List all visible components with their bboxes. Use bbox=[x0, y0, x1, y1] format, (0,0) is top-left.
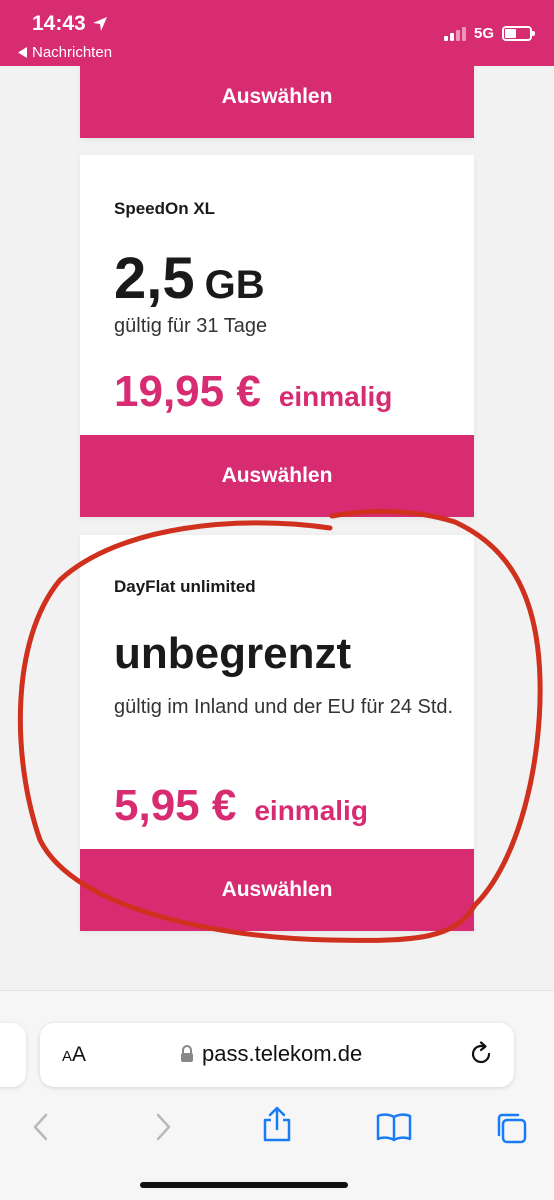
tabs-icon[interactable] bbox=[494, 1111, 528, 1145]
select-plan-button[interactable]: Auswählen bbox=[80, 66, 474, 138]
back-arrow-icon[interactable] bbox=[26, 1111, 58, 1143]
text-size-button[interactable]: AA bbox=[62, 1043, 86, 1067]
url-display[interactable]: pass.telekom.de bbox=[180, 1041, 362, 1067]
select-plan-button[interactable]: Auswählen bbox=[80, 435, 474, 517]
browser-nav-row bbox=[0, 1101, 554, 1145]
plan-card-dayflat-unlimited: DayFlat unlimited unbegrenzt gültig im I… bbox=[80, 535, 474, 931]
location-arrow-icon bbox=[92, 17, 107, 31]
plan-validity: gültig im Inland und der EU für 24 Std. bbox=[114, 696, 454, 718]
back-triangle-icon bbox=[18, 47, 27, 58]
plan-list[interactable]: Auswählen SpeedOn XL 2,5 GB gültig für 3… bbox=[0, 66, 554, 990]
plan-volume: 2,5 GB bbox=[114, 245, 265, 312]
lock-icon bbox=[181, 1045, 193, 1062]
signal-icon bbox=[443, 26, 466, 41]
status-indicators: 5G bbox=[443, 25, 535, 42]
plan-volume-unit: GB bbox=[204, 263, 265, 307]
plan-price: 5,95 € einmalig bbox=[114, 781, 368, 831]
plan-card-speedon-xl: SpeedOn XL 2,5 GB gültig für 31 Tage 19,… bbox=[80, 155, 474, 517]
url-text: pass.telekom.de bbox=[202, 1041, 363, 1066]
bookmarks-icon[interactable] bbox=[376, 1111, 412, 1143]
plan-volume: unbegrenzt bbox=[114, 629, 352, 678]
plan-card: Auswählen bbox=[80, 66, 474, 138]
forward-arrow-icon[interactable] bbox=[146, 1111, 178, 1143]
previous-tab-preview[interactable] bbox=[0, 1023, 26, 1087]
price-amount: 5,95 € bbox=[114, 781, 237, 830]
plan-volume-number: 2,5 bbox=[114, 246, 195, 311]
price-amount: 19,95 € bbox=[114, 367, 261, 416]
share-icon[interactable] bbox=[260, 1105, 294, 1143]
price-note: einmalig bbox=[278, 381, 393, 412]
plan-name: SpeedOn XL bbox=[114, 199, 216, 218]
status-bar: 14:43 Nachrichten 5G bbox=[0, 0, 554, 66]
browser-toolbar: AA pass.telekom.de bbox=[0, 990, 554, 1200]
reload-icon[interactable] bbox=[466, 1039, 496, 1069]
network-type: 5G bbox=[473, 25, 494, 42]
status-time: 14:43 bbox=[32, 12, 86, 35]
select-plan-button[interactable]: Auswählen bbox=[80, 849, 474, 931]
plan-validity: gültig für 31 Tage bbox=[114, 315, 268, 337]
home-indicator bbox=[140, 1182, 348, 1188]
back-to-app-link[interactable]: Nachrichten bbox=[18, 44, 112, 61]
text-size-small-label: A bbox=[62, 1048, 73, 1065]
plan-name: DayFlat unlimited bbox=[114, 577, 256, 596]
price-note: einmalig bbox=[254, 795, 368, 826]
back-to-app-label: Nachrichten bbox=[32, 44, 113, 61]
plan-price: 19,95 € einmalig bbox=[114, 367, 392, 417]
status-time-group: 14:43 bbox=[32, 12, 108, 36]
address-bar[interactable]: AA pass.telekom.de bbox=[40, 1023, 514, 1087]
battery-icon bbox=[502, 26, 535, 41]
text-size-large-label: A bbox=[72, 1043, 87, 1066]
